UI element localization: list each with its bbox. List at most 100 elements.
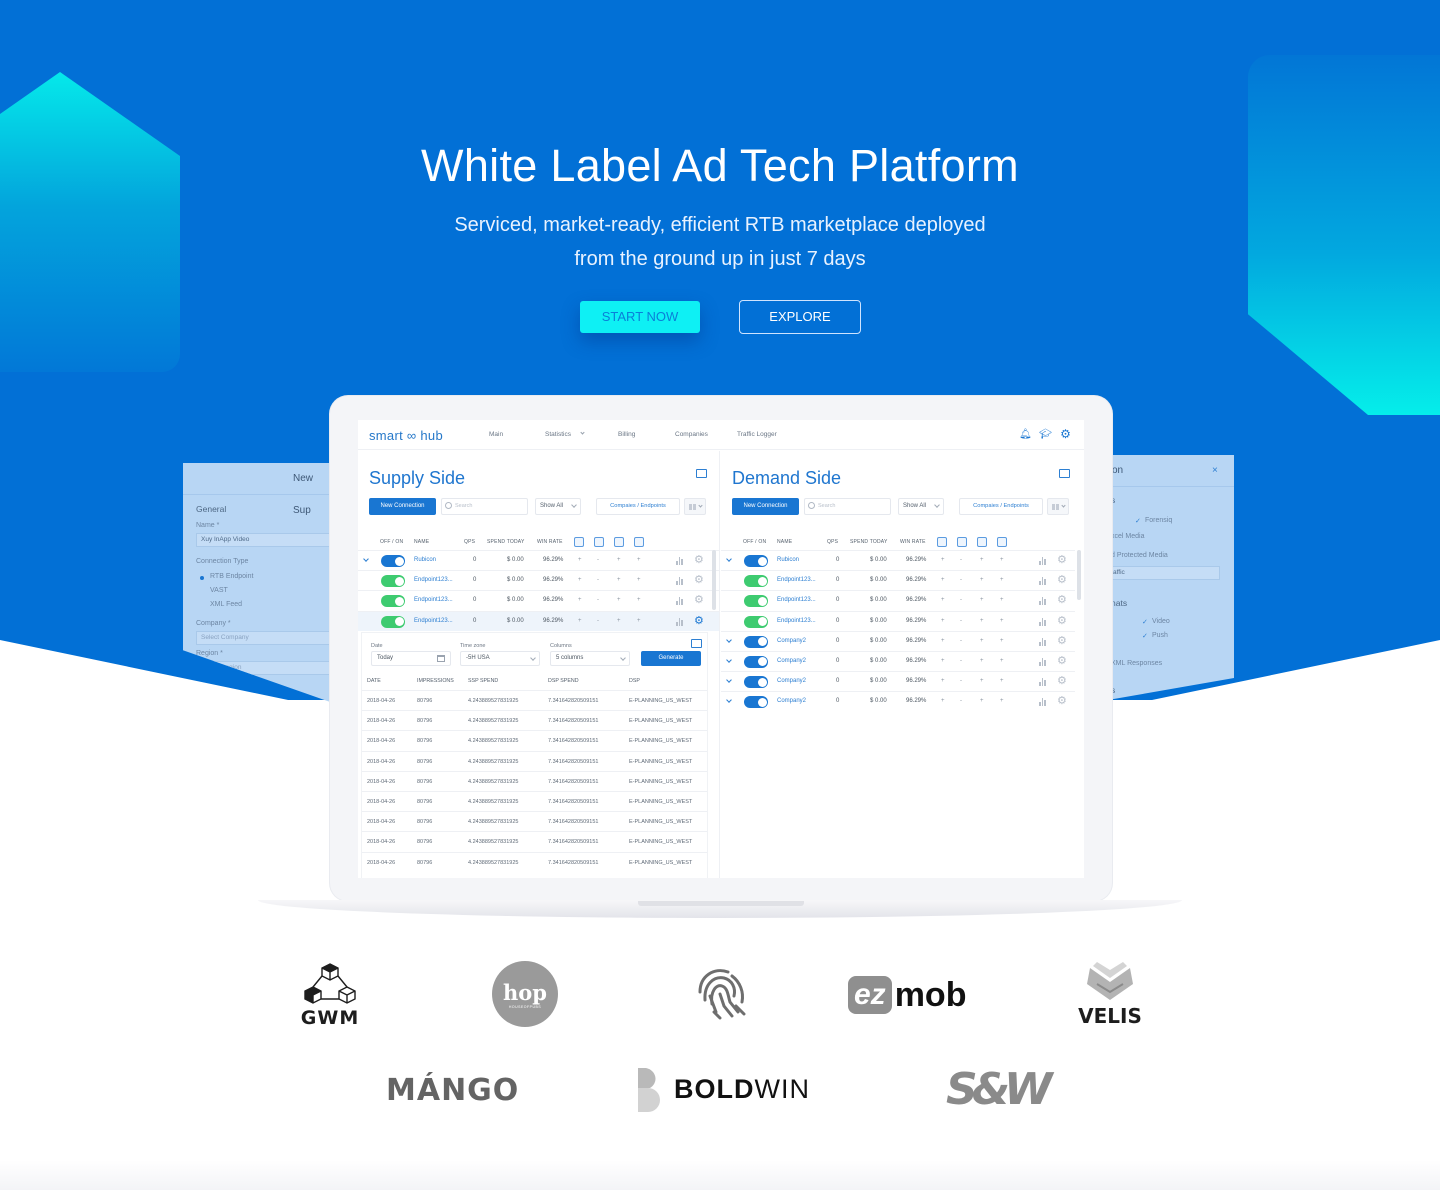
statistics-icon[interactable] (1039, 557, 1047, 565)
connection-row[interactable]: Endpoint123... 0 $ 0.00 96.29% + - + + ⚙ (721, 610, 1075, 631)
settings-gear-icon[interactable]: ⚙ (1057, 595, 1067, 606)
connection-row[interactable]: Endpoint123... 0 $ 0.00 96.29% + - + + ⚙ (721, 570, 1075, 590)
statistics-icon[interactable] (676, 577, 684, 586)
format-status[interactable]: + (1000, 698, 1004, 704)
format-status[interactable]: - (597, 557, 599, 563)
format-status[interactable]: + (1000, 618, 1004, 624)
chevron-down-icon[interactable] (726, 636, 732, 643)
settings-gear-icon[interactable]: ⚙ (1057, 635, 1067, 647)
on-off-toggle[interactable] (381, 595, 405, 608)
checkbox-video[interactable]: Video (1152, 618, 1170, 625)
connection-row[interactable]: Endpoint123... 0 $ 0.00 96.29% + - + + ⚙ (358, 590, 719, 610)
connection-row[interactable]: Rubicon 0 $ 0.00 96.29% + - + + ⚙ (358, 550, 719, 570)
traffic-select[interactable]: affic (1108, 566, 1220, 580)
on-off-toggle[interactable] (744, 635, 768, 648)
format-status[interactable]: + (617, 618, 621, 624)
format-status[interactable]: + (1000, 577, 1004, 583)
format-status[interactable]: + (941, 597, 945, 603)
format-status[interactable]: - (597, 597, 599, 603)
format-status[interactable]: - (960, 638, 962, 644)
statistics-icon[interactable] (1039, 577, 1047, 586)
format-status[interactable]: + (1000, 678, 1004, 684)
search-input[interactable]: Search (441, 498, 528, 515)
show-all-select[interactable]: Show All (535, 498, 581, 515)
new-connection-button[interactable]: New Connection (369, 498, 436, 515)
format-status[interactable]: + (1000, 638, 1004, 644)
play-format-icon[interactable] (997, 537, 1007, 547)
format-status[interactable]: + (578, 618, 582, 624)
nav-companies[interactable]: Companies (675, 431, 708, 438)
statistics-icon[interactable] (1039, 657, 1047, 666)
format-status[interactable]: + (1000, 658, 1004, 664)
connection-row[interactable]: Endpoint123... 0 $ 0.00 96.29% + - + + ⚙ (721, 590, 1075, 610)
connection-name[interactable]: Rubicon (777, 557, 799, 563)
connection-name[interactable]: Endpoint123... (414, 577, 453, 583)
on-off-toggle[interactable] (744, 615, 768, 628)
graduation-cap-icon[interactable]: 🎓︎ (1039, 429, 1052, 440)
format-status[interactable]: + (637, 577, 641, 583)
banner-format-icon[interactable] (937, 537, 947, 547)
checkbox-xml-responses[interactable]: XML Responses (1111, 660, 1162, 667)
video-format-icon[interactable] (957, 537, 967, 547)
header-spend-today[interactable]: SPEND TODAY (850, 539, 888, 545)
format-status[interactable]: + (980, 577, 984, 583)
nav-main[interactable]: Main (489, 431, 503, 438)
format-status[interactable]: - (960, 658, 962, 664)
format-status[interactable]: + (578, 577, 582, 583)
format-status[interactable]: - (960, 577, 962, 583)
on-off-toggle[interactable] (744, 676, 768, 689)
checkbox-push[interactable]: Push (1152, 632, 1168, 639)
settings-gear-icon[interactable]: ⚙ (1057, 676, 1067, 687)
connection-row[interactable]: Company2 0 $ 0.00 96.29% + - + + ⚙ (721, 630, 1075, 651)
scrollbar[interactable] (1077, 550, 1081, 600)
format-status[interactable]: + (941, 577, 945, 583)
format-status[interactable]: + (941, 658, 945, 664)
nav-statistics[interactable]: Statistics (545, 430, 585, 438)
settings-gear-icon[interactable]: ⚙ (694, 595, 704, 606)
format-status[interactable]: + (980, 618, 984, 624)
connection-name[interactable]: Endpoint123... (777, 618, 816, 624)
on-off-toggle[interactable] (744, 555, 768, 567)
statistics-icon[interactable] (1039, 637, 1047, 646)
name-input[interactable]: Xuy InApp Video (196, 533, 333, 547)
format-status[interactable]: + (980, 678, 984, 684)
format-status[interactable]: + (617, 597, 621, 603)
format-status[interactable]: - (960, 557, 962, 563)
connection-row[interactable]: Rubicon 0 $ 0.00 96.29% + - + + ⚙ (721, 550, 1075, 570)
connection-name[interactable]: Endpoint123... (414, 618, 453, 624)
format-status[interactable]: + (941, 638, 945, 644)
connection-row[interactable]: Company2 0 $ 0.00 96.29% + - + + ⚙ (721, 691, 1075, 711)
statistics-icon[interactable] (1039, 597, 1047, 606)
format-status[interactable]: + (1000, 597, 1004, 603)
mobile-format-icon[interactable] (614, 537, 624, 547)
statistics-icon[interactable] (676, 597, 684, 606)
format-status[interactable]: + (941, 678, 945, 684)
format-status[interactable]: - (597, 577, 599, 583)
expand-icon[interactable] (696, 469, 707, 478)
nav-billing[interactable]: Billing (618, 431, 635, 438)
settings-gear-icon[interactable]: ⚙ (1057, 696, 1067, 707)
header-name[interactable]: NAME (777, 539, 792, 545)
settings-gear-icon[interactable]: ⚙ (1057, 615, 1067, 627)
calendar-icon[interactable] (437, 655, 445, 662)
checkbox-protected-media[interactable]: d Protected Media (1111, 552, 1168, 559)
header-spend-today[interactable]: SPEND TODAY (487, 539, 525, 545)
connection-name[interactable]: Company2 (777, 698, 806, 704)
on-off-toggle[interactable] (744, 575, 768, 588)
connection-name[interactable]: Rubicon (414, 557, 436, 563)
chevron-down-icon[interactable] (726, 677, 732, 683)
settings-gear-icon[interactable]: ⚙ (1057, 655, 1067, 667)
format-status[interactable]: + (637, 618, 641, 624)
connection-row[interactable]: Company2 0 $ 0.00 96.29% + - + + ⚙ (721, 671, 1075, 691)
format-status[interactable]: + (941, 557, 945, 563)
format-status[interactable]: + (980, 698, 984, 704)
format-status[interactable]: + (980, 658, 984, 664)
columns-select[interactable]: 5 columns (550, 651, 630, 666)
checkbox-excel-media[interactable]: xcel Media (1111, 533, 1144, 540)
on-off-toggle[interactable] (381, 575, 405, 588)
header-qps[interactable]: QPS (464, 539, 475, 545)
on-off-toggle[interactable] (744, 655, 768, 668)
connection-name[interactable]: Company2 (777, 658, 806, 664)
video-format-icon[interactable] (594, 537, 604, 547)
connection-name[interactable]: Company2 (777, 678, 806, 684)
